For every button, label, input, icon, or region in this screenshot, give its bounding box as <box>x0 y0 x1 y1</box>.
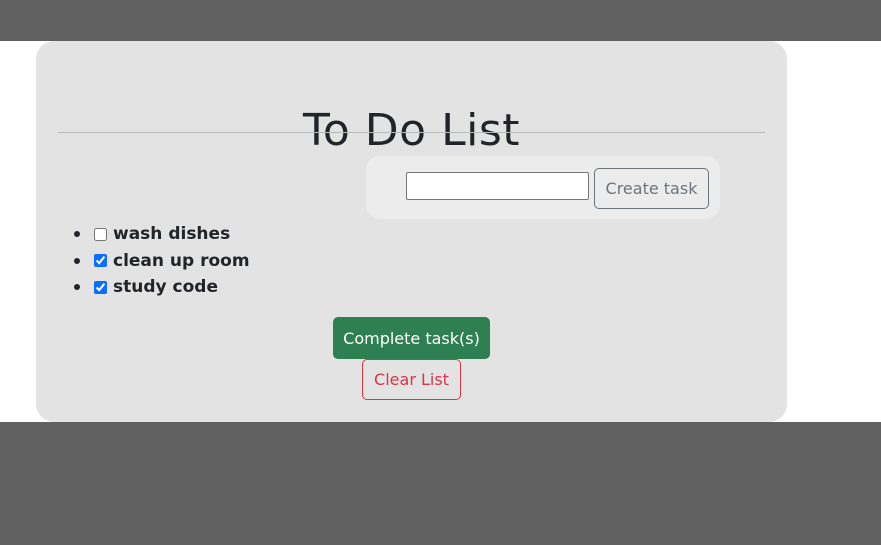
bullet-icon <box>74 231 80 238</box>
task-list: wash dishes clean up room study code <box>56 221 250 301</box>
page-title: To Do List <box>302 105 520 156</box>
task-checkbox-study-code[interactable] <box>94 280 107 294</box>
create-task-form: Create task <box>366 156 720 219</box>
bullet-icon <box>74 257 80 264</box>
title-divider <box>58 132 765 133</box>
task-item: clean up room <box>56 248 250 275</box>
clear-list-button[interactable]: Clear List <box>362 359 461 400</box>
todo-card: To Do List Create task wash dishes clean… <box>36 41 787 422</box>
task-checkbox-clean-up-room[interactable] <box>94 254 107 268</box>
bullet-icon <box>74 284 80 291</box>
task-input[interactable] <box>406 172 589 200</box>
create-task-button[interactable]: Create task <box>594 168 709 209</box>
task-label: study code <box>113 277 218 298</box>
task-item: study code <box>56 274 250 301</box>
task-checkbox-wash-dishes[interactable] <box>94 227 107 241</box>
task-label: wash dishes <box>113 224 231 245</box>
task-label: clean up room <box>113 250 250 271</box>
complete-tasks-button[interactable]: Complete task(s) <box>333 317 490 359</box>
task-item: wash dishes <box>56 221 250 248</box>
